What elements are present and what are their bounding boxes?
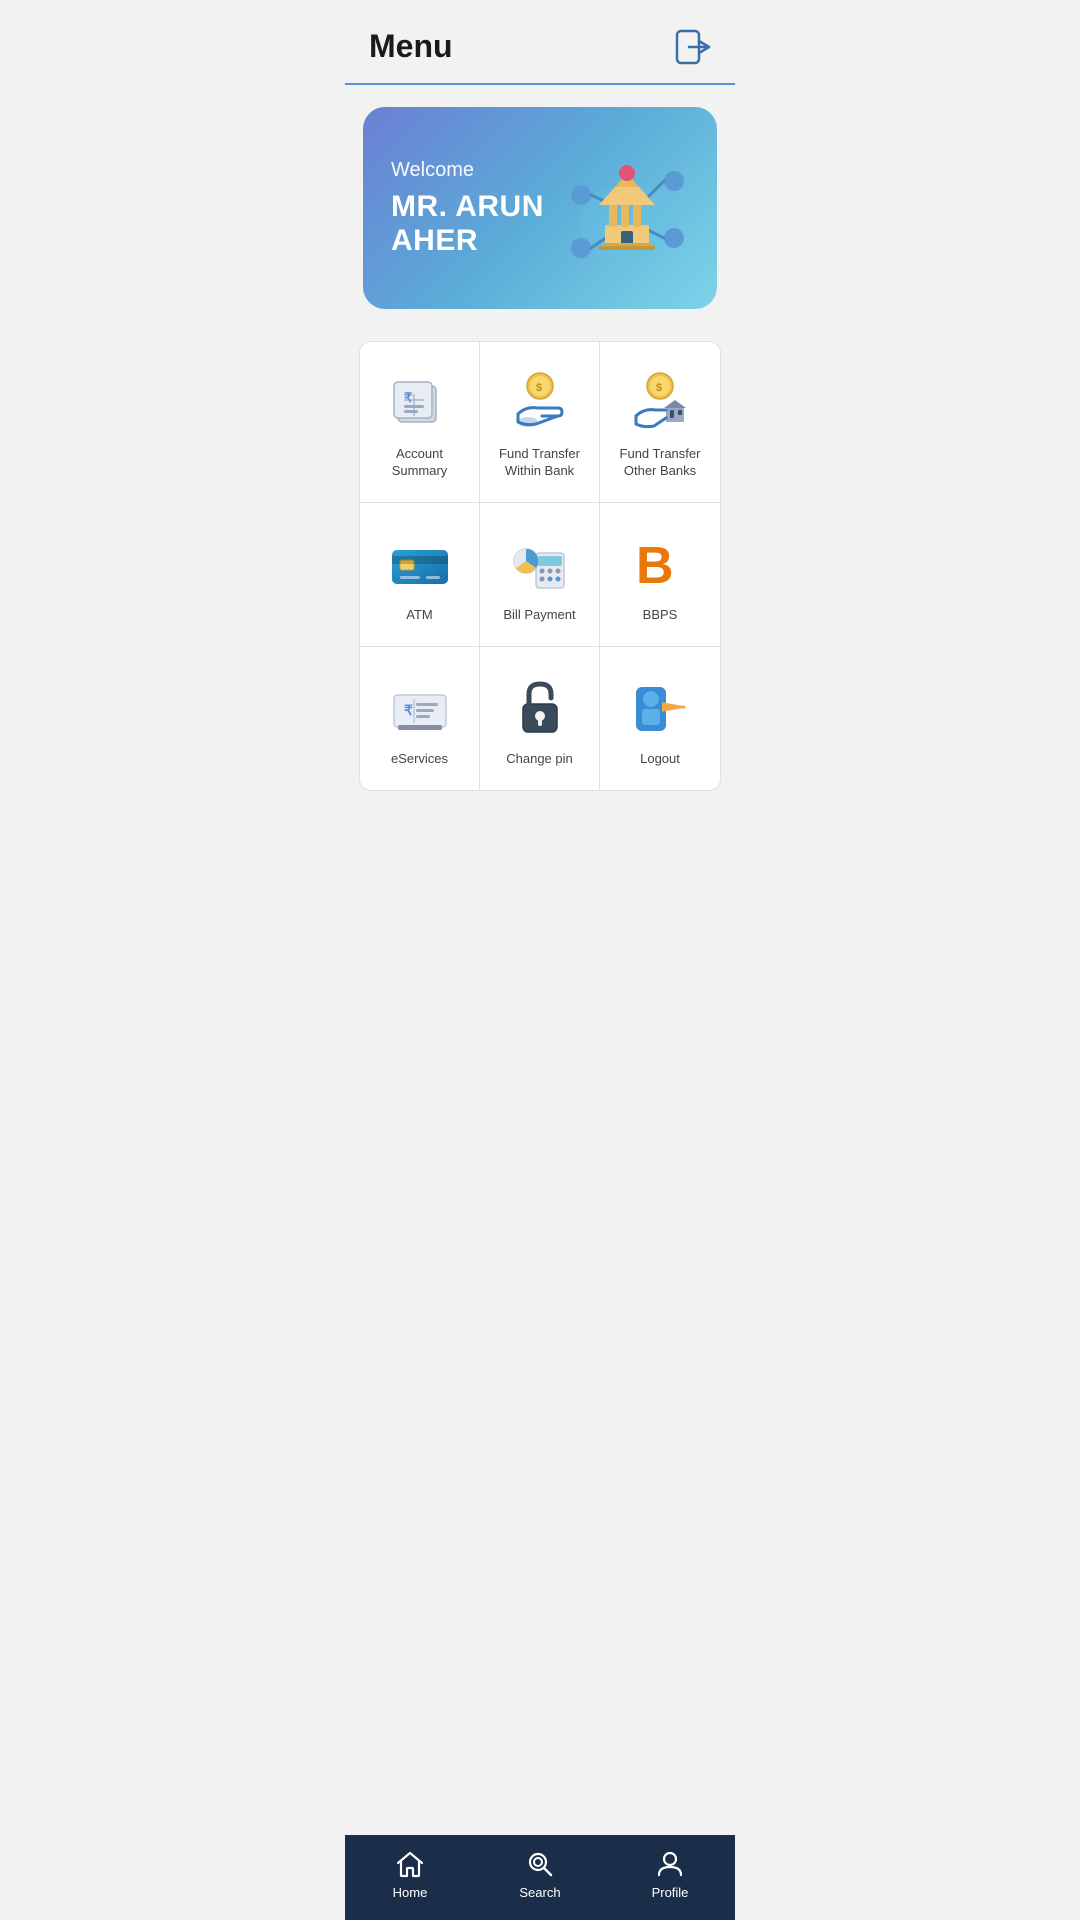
svg-text:B: B xyxy=(636,537,674,593)
nav-search[interactable]: Search xyxy=(475,1849,605,1900)
nav-search-label: Search xyxy=(519,1885,560,1900)
logout-menu-icon xyxy=(628,675,692,739)
bank-illustration xyxy=(559,143,689,273)
menu-item-account-summary[interactable]: ₹ Account Summary xyxy=(360,342,480,503)
eservices-label: eServices xyxy=(391,751,448,768)
logout-label: Logout xyxy=(640,751,680,768)
change-pin-label: Change pin xyxy=(506,751,573,768)
fund-transfer-within-label: Fund Transfer Within Bank xyxy=(490,446,589,480)
account-summary-label: Account Summary xyxy=(370,446,469,480)
search-icon xyxy=(525,1849,555,1879)
header-title: Menu xyxy=(369,28,453,65)
nav-home[interactable]: Home xyxy=(345,1849,475,1900)
svg-text:$: $ xyxy=(536,382,542,394)
bottom-navigation: Home Search Profile xyxy=(345,1835,735,1920)
welcome-label: Welcome xyxy=(391,159,559,182)
nav-profile-label: Profile xyxy=(652,1885,689,1900)
user-name: MR. ARUN AHER xyxy=(391,190,559,258)
welcome-text-block: Welcome MR. ARUN AHER xyxy=(391,159,559,258)
welcome-banner: Welcome MR. ARUN AHER xyxy=(363,107,717,309)
atm-label: ATM xyxy=(406,607,432,624)
bbps-icon: B xyxy=(628,531,692,595)
account-summary-icon: ₹ xyxy=(388,370,452,434)
menu-item-logout[interactable]: Logout xyxy=(600,647,720,790)
svg-text:$: $ xyxy=(656,382,662,394)
menu-item-change-pin[interactable]: Change pin xyxy=(480,647,600,790)
menu-item-atm[interactable]: ATM xyxy=(360,503,480,647)
menu-item-bbps[interactable]: B BBPS xyxy=(600,503,720,647)
bbps-label: BBPS xyxy=(643,607,678,624)
menu-item-bill-payment[interactable]: Bill Payment xyxy=(480,503,600,647)
header-logout-icon[interactable] xyxy=(675,29,711,65)
change-pin-icon xyxy=(508,675,572,739)
fund-transfer-other-label: Fund Transfer Other Banks xyxy=(610,446,710,480)
menu-item-eservices[interactable]: ₹ eServices xyxy=(360,647,480,790)
fund-transfer-within-icon: $ xyxy=(508,370,572,434)
eservices-icon: ₹ xyxy=(388,675,452,739)
svg-text:₹: ₹ xyxy=(404,702,413,718)
bill-payment-icon xyxy=(508,531,572,595)
nav-home-label: Home xyxy=(393,1885,428,1900)
menu-grid: ₹ Account Summary $ F xyxy=(359,341,721,791)
home-icon xyxy=(395,1849,425,1879)
profile-icon xyxy=(655,1849,685,1879)
menu-item-fund-transfer-within[interactable]: $ Fund Transfer Within Bank xyxy=(480,342,600,503)
fund-transfer-other-icon: $ xyxy=(628,370,692,434)
nav-profile[interactable]: Profile xyxy=(605,1849,735,1900)
bill-payment-label: Bill Payment xyxy=(503,607,575,624)
atm-icon xyxy=(388,531,452,595)
svg-text:₹: ₹ xyxy=(404,390,413,405)
menu-item-fund-transfer-other[interactable]: $ Fund Transfer Other Banks xyxy=(600,342,720,503)
app-header: Menu xyxy=(345,0,735,85)
